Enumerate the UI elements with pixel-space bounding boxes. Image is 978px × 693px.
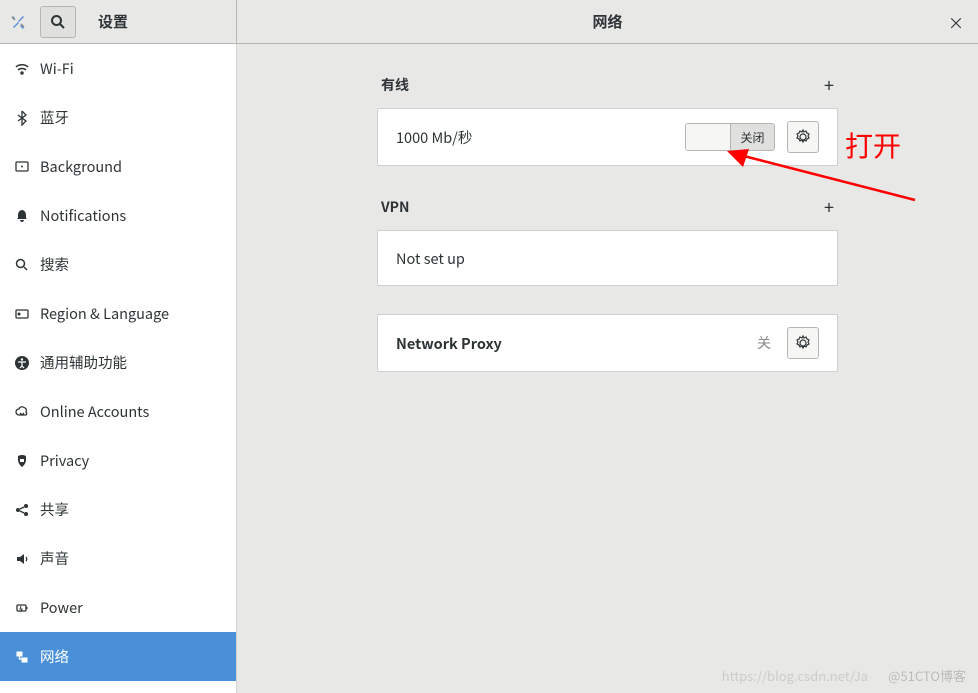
vpn-panel: Not set up: [377, 230, 838, 286]
proxy-settings-button[interactable]: [787, 327, 819, 359]
add-vpn-button[interactable]: +: [824, 194, 834, 220]
search-button[interactable]: [40, 6, 76, 38]
headerbar-right: 网络 ×: [237, 0, 978, 43]
sidebar-item-label: Privacy: [40, 450, 89, 471]
vpn-section: VPN + Not set up: [377, 194, 838, 286]
wired-panel: 1000 Mb/秒 关闭: [377, 108, 838, 166]
sidebar-item-privacy[interactable]: Privacy: [0, 436, 236, 485]
share-icon: [10, 502, 34, 518]
search-icon: [10, 257, 34, 273]
sidebar-item-sound[interactable]: 声音: [0, 534, 236, 583]
accessibility-icon: [10, 355, 34, 371]
sidebar-item-label: 声音: [40, 548, 69, 569]
sidebar-item-label: Notifications: [40, 205, 126, 226]
proxy-title: Network Proxy: [396, 333, 757, 354]
bluetooth-icon: [10, 110, 34, 126]
sidebar-item-network[interactable]: 网络: [0, 632, 236, 681]
close-icon: ×: [948, 10, 964, 34]
wired-settings-button[interactable]: [787, 121, 819, 153]
vpn-status: Not set up: [396, 248, 819, 269]
sound-icon: [10, 551, 34, 567]
proxy-section: Network Proxy 关: [377, 314, 838, 372]
privacy-icon: [10, 453, 34, 469]
sidebar-item-wifi[interactable]: Wi-Fi: [0, 44, 236, 93]
page-title: 网络: [592, 11, 622, 32]
proxy-panel[interactable]: Network Proxy 关: [377, 314, 838, 372]
gear-icon: [795, 335, 811, 351]
sidebar-item-power[interactable]: Power: [0, 583, 236, 632]
content-area: 有线 + 1000 Mb/秒 关闭 VPN +: [237, 44, 978, 693]
wifi-icon: [10, 61, 34, 77]
sidebar-item-label: Online Accounts: [40, 401, 149, 422]
toggle-off-half: 关闭: [730, 124, 774, 150]
region-icon: [10, 306, 34, 322]
close-button[interactable]: ×: [942, 8, 970, 36]
wired-speed: 1000 Mb/秒: [396, 127, 685, 148]
sidebar-item-bluetooth[interactable]: 蓝牙: [0, 93, 236, 142]
sidebar-item-label: 蓝牙: [40, 107, 69, 128]
power-icon: [10, 600, 34, 616]
wired-section: 有线 + 1000 Mb/秒 关闭: [377, 72, 838, 166]
bell-icon: [10, 208, 34, 224]
gear-icon: [795, 129, 811, 145]
sidebar-item-online-accounts[interactable]: Online Accounts: [0, 387, 236, 436]
sidebar-item-label: 网络: [40, 646, 69, 667]
sidebar-item-background[interactable]: Background: [0, 142, 236, 191]
sidebar-item-region[interactable]: Region & Language: [0, 289, 236, 338]
sidebar: Wi-Fi 蓝牙 Background Notifications 搜索 Reg…: [0, 44, 237, 693]
network-icon: [10, 649, 34, 665]
sidebar-item-sharing[interactable]: 共享: [0, 485, 236, 534]
sidebar-item-label: 搜索: [40, 254, 69, 275]
toggle-on-half: [686, 124, 730, 150]
settings-title: 设置: [98, 11, 128, 32]
vpn-title: VPN: [381, 197, 410, 217]
wired-toggle[interactable]: 关闭: [685, 123, 775, 151]
sidebar-item-label: Wi-Fi: [40, 58, 74, 79]
wired-title: 有线: [381, 75, 409, 95]
sidebar-item-label: 通用辅助功能: [40, 352, 127, 373]
tools-icon: [0, 14, 36, 30]
sidebar-item-search[interactable]: 搜索: [0, 240, 236, 289]
cloud-icon: [10, 404, 34, 420]
sidebar-item-label: Region & Language: [40, 303, 169, 324]
headerbar-left: 设置: [0, 0, 237, 43]
sidebar-item-accessibility[interactable]: 通用辅助功能: [0, 338, 236, 387]
add-wired-button[interactable]: +: [824, 72, 834, 98]
sidebar-item-label: Background: [40, 156, 122, 177]
headerbar: 设置 网络 ×: [0, 0, 978, 44]
background-icon: [10, 159, 34, 175]
sidebar-item-label: Power: [40, 597, 83, 618]
sidebar-item-label: 共享: [40, 499, 69, 520]
sidebar-item-notifications[interactable]: Notifications: [0, 191, 236, 240]
proxy-status: 关: [757, 333, 771, 353]
